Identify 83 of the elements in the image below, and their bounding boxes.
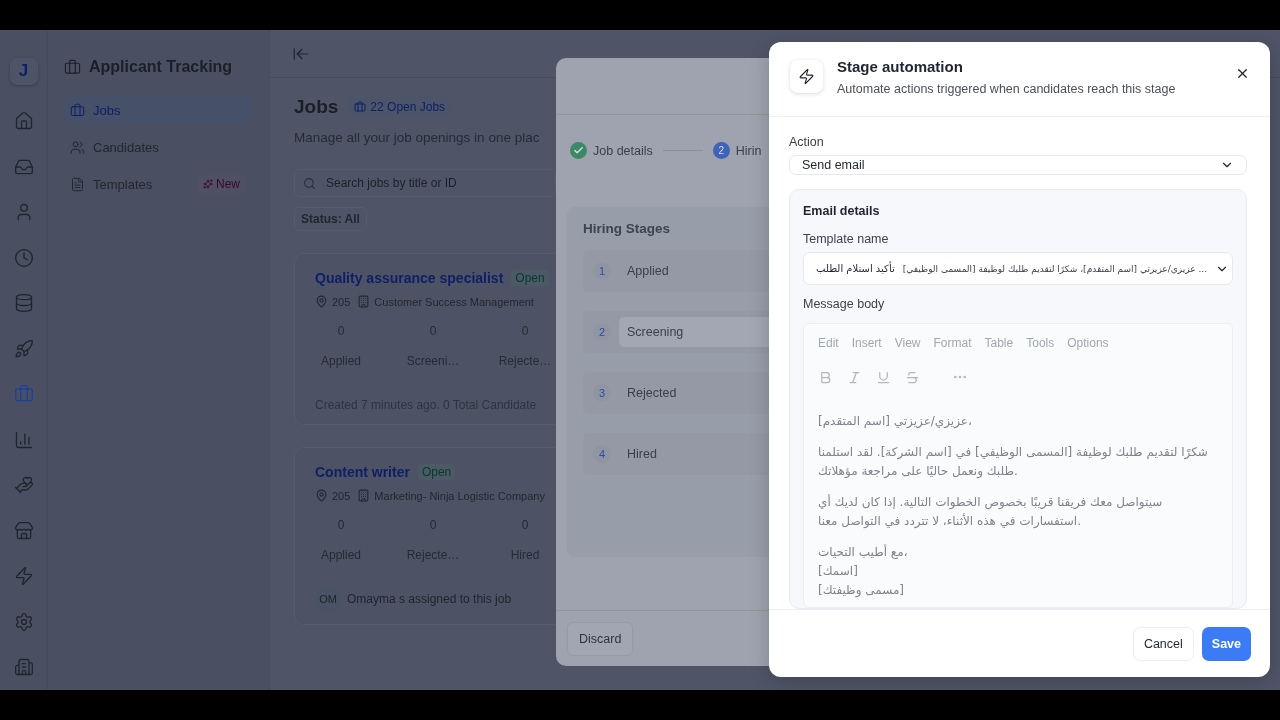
field-label: Template name: [803, 232, 890, 246]
panel-title: Stage automation: [837, 58, 964, 75]
status-tag: Open: [417, 464, 456, 480]
page-title: Jobs: [294, 96, 339, 118]
stage-name-field[interactable]: Screening: [619, 317, 769, 347]
message-text: [اسمك]: [818, 564, 858, 578]
avatar: OM: [315, 586, 341, 612]
stage-row[interactable]: 2 Screening: [583, 311, 769, 353]
save-button[interactable]: Save: [1201, 626, 1251, 661]
job-title-link[interactable]: Quality assurance specialist: [315, 270, 504, 286]
step-label: Hirin: [735, 143, 762, 158]
strikethrough-icon[interactable]: [905, 369, 920, 385]
editor-menu-item[interactable]: Tools: [1026, 336, 1055, 350]
building-icon: [357, 489, 371, 502]
template-preview: عزيزي/عزيزتي [اسم المتقدم]، شكرًا لتقديم طلبك لوظيفة [المسمى الوظيفي] ...: [902, 263, 1208, 274]
location-pin-icon: [315, 295, 328, 308]
message-text: شكرًا لتقديم طلبك لوظيفة [المسمى الوظيفي] في [اسم الشركة]. لقد استلمنا طلبك ونعمل حاليًا على مراجعة مؤهلاتك.: [818, 445, 1208, 478]
clock-icon: [13, 247, 34, 268]
store-icon: [13, 520, 34, 541]
cancel-button[interactable]: Cancel: [1132, 626, 1194, 661]
hand-heart-icon: [13, 475, 34, 496]
stage-number: 2: [593, 323, 611, 341]
stage-name: Hired: [626, 446, 658, 463]
section-title: Email details: [803, 204, 881, 218]
job-title-link[interactable]: Content writer: [315, 464, 410, 480]
rocket-icon: [13, 338, 34, 359]
home-icon: [13, 111, 34, 132]
message-text: [مسمى وظيفتك]: [818, 583, 905, 597]
sparkle-icon: [203, 179, 213, 189]
close-button[interactable]: [1235, 66, 1250, 81]
bar-chart-icon: [13, 429, 34, 450]
search-input[interactable]: Search jobs by title or ID: [324, 170, 547, 196]
editor-menu-item[interactable]: Format: [933, 336, 972, 350]
status-tag: Open: [511, 270, 549, 286]
message-text: عزيزي/عزيزتي [اسم المتقدم]،: [818, 414, 972, 428]
stage-number: 3: [593, 384, 611, 402]
database-icon: [13, 293, 34, 314]
new-badge: New: [197, 175, 246, 193]
stage-number: 1: [593, 262, 611, 280]
briefcase-icon: [354, 101, 367, 113]
briefcase-icon: [64, 58, 81, 76]
template-name: تأكيد استلام الطلب: [816, 263, 895, 274]
document-icon: [70, 176, 85, 192]
discard-button[interactable]: Discard: [567, 621, 634, 656]
search-icon: [303, 176, 316, 190]
stage-row[interactable]: 3 Rejected: [583, 372, 769, 414]
stage-row[interactable]: 1 Applied: [583, 250, 769, 292]
underline-icon[interactable]: [876, 369, 891, 385]
editor-menu-item[interactable]: Table: [984, 336, 1014, 350]
step-label: Job details: [593, 143, 653, 158]
message-text: سيتواصل معك فريقنا قريبًا بخصوص الخطوات التالية. إذا كان لديك أي استفسارات في هذه الأثناء، لا تتردد في التواصل معنا.: [818, 495, 1163, 528]
briefcase-icon: [70, 102, 85, 118]
editor-menu-item[interactable]: Edit: [818, 336, 839, 350]
settings-icon: [13, 611, 34, 632]
editor-menu-item[interactable]: View: [894, 336, 921, 350]
bold-icon[interactable]: [818, 369, 833, 385]
message-text: مع أطيب التحيات،: [818, 545, 908, 559]
panel-subtitle: Automate actions triggered when candidates reach this stage: [837, 82, 1177, 96]
step-number: 2: [712, 142, 730, 159]
sidebar-item[interactable]: Jobs: [64, 96, 252, 124]
stage-name: Rejected: [626, 385, 678, 402]
message-editor[interactable]: [803, 323, 1233, 608]
search-field[interactable]: Search jobs by title or ID: [294, 169, 556, 197]
building-icon: [13, 657, 34, 678]
lightning-icon: [13, 566, 34, 587]
template-select[interactable]: تأكيد استلام الطلب عزيزي/عزيزتي [اسم المتقدم]، شكرًا لتقديم طلبك لوظيفة [المسمى الوظيفي] ...: [803, 252, 1233, 285]
stage-number: 4: [593, 445, 611, 463]
location-pin-icon: [315, 489, 328, 502]
editor-menu-item[interactable]: Insert: [851, 336, 882, 350]
action-select[interactable]: Send email: [789, 155, 1247, 175]
stage-row[interactable]: 4 Hired: [583, 433, 769, 475]
field-label: Action: [789, 135, 825, 149]
italic-icon[interactable]: [847, 369, 862, 385]
stages-title: Hiring Stages: [583, 221, 672, 236]
app-logo: J: [9, 58, 38, 85]
field-label: Message body: [803, 297, 886, 311]
users-icon: [70, 139, 85, 155]
status-filter-button[interactable]: Status: All: [294, 207, 367, 231]
stage-name: Applied: [626, 263, 670, 280]
building-icon: [357, 295, 371, 308]
sidebar-title: Applicant Tracking: [89, 58, 233, 76]
close-icon: [1235, 66, 1250, 81]
editor-menu-item[interactable]: Options: [1067, 336, 1109, 350]
